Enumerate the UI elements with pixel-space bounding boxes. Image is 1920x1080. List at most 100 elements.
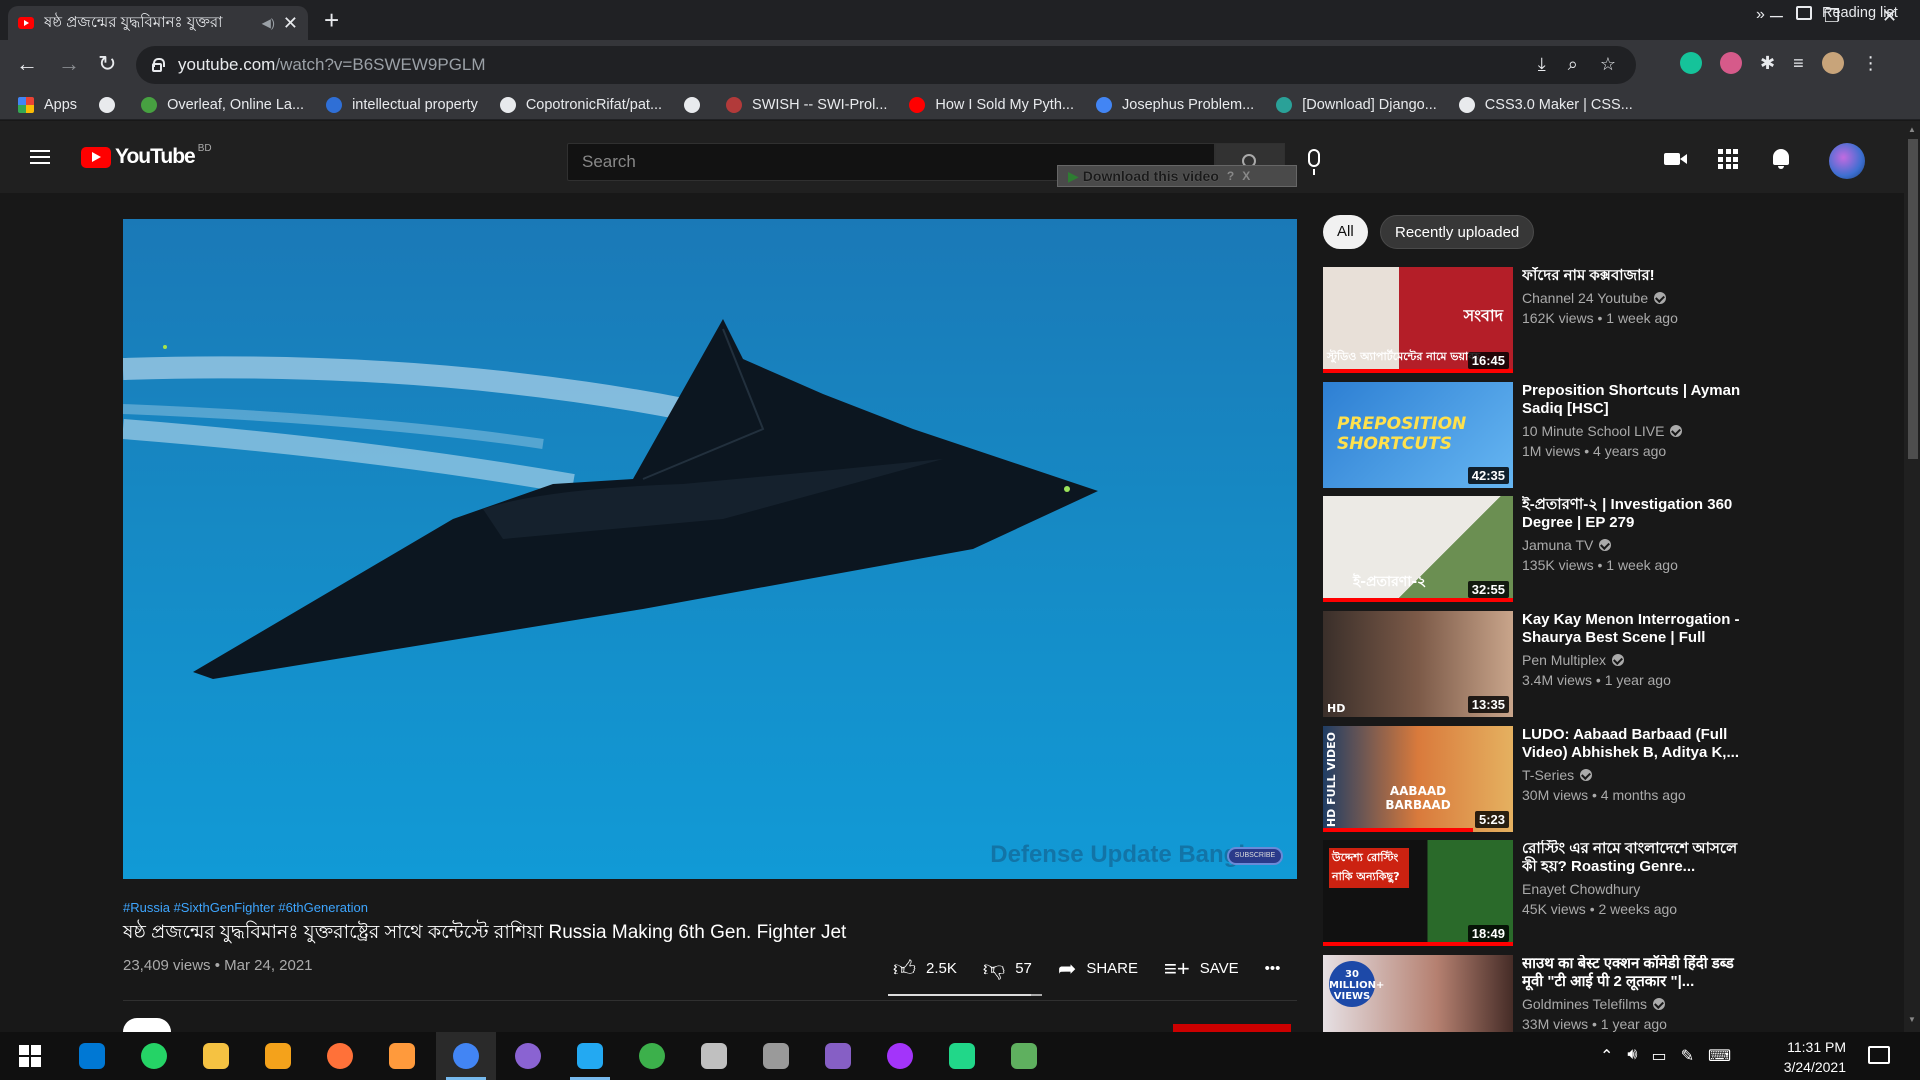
recommended-video[interactable]: HD 13:35 Kay Kay Menon Interrogation - Sha… [1323,611,1893,717]
chip-recently-uploaded[interactable]: Recently uploaded [1380,215,1535,249]
pen-icon[interactable]: ✎ [1681,1046,1694,1066]
download-help-icon[interactable]: ? [1227,169,1234,183]
dislike-button[interactable]: 👎︎ 57 [983,955,1032,982]
extensions-puzzle-icon[interactable]: ✱ [1760,53,1775,74]
browser-tab-active[interactable]: ষষ্ঠ প্রজন্মের যুদ্ধবিমানঃ যুক্তরা ◀) ✕ [8,6,308,40]
bookmark-item[interactable]: [Download] Django... [1276,96,1437,113]
taskbar-chrome[interactable] [436,1032,496,1080]
save-button[interactable]: ≡+ SAVE [1164,956,1239,982]
new-tab-button[interactable]: + [324,6,339,34]
recommended-channel[interactable]: Goldmines Telefilms [1522,996,1666,1012]
bookmark-item[interactable] [99,96,125,113]
notifications-bell-icon[interactable] [1773,149,1789,169]
recommended-channel[interactable]: Channel 24 Youtube [1522,290,1667,306]
video-thumbnail[interactable]: উদ্দেশ্য রোস্টিং নাকি অন্যকিছু? 18:49 [1323,840,1513,946]
youtube-logo[interactable]: YouTube BD [81,143,212,169]
bookmark-item[interactable]: SWISH -- SWI-Prol... [726,96,887,113]
bookmark-item[interactable] [684,96,710,113]
voice-search-mic-icon[interactable] [1308,149,1320,175]
taskbar-messenger[interactable] [870,1032,930,1080]
network-icon[interactable]: ▭ [1652,1046,1667,1066]
bookmark-item[interactable]: CSS3.0 Maker | CSS... [1458,96,1633,113]
bookmark-item[interactable]: Josephus Problem... [1096,96,1254,113]
video-thumbnail[interactable]: স্টুডিও অ্যাপার্টমেন্টের নামে ভয়াবহ সংবা… [1323,267,1513,373]
taskbar-firefox[interactable] [310,1032,370,1080]
taskbar-satellite-app[interactable] [746,1032,806,1080]
taskbar-globe-app[interactable] [622,1032,682,1080]
recommended-video-title[interactable]: ই-প্রতারণা-২ | Investigation 360 Degree … [1522,496,1752,532]
recommended-video[interactable]: HD FULL VIDEO AABAAD BARBAAD 5:23 LUDO: Aab… [1323,726,1893,832]
subscribe-button[interactable] [1173,1024,1291,1032]
forward-icon[interactable]: → [58,52,80,76]
recommended-video[interactable]: ই-প্রতারণা-২ 32:55 ই-প্রতারণা-২ | Investig… [1323,496,1893,602]
taskbar-whatsapp[interactable] [124,1032,184,1080]
recommended-video-title[interactable]: রোস্টিং এর নামে বাংলাদেশে আসলে কী হয়? R… [1522,840,1752,876]
taskbar-browser-1[interactable] [248,1032,308,1080]
recommended-video-title[interactable]: Preposition Shortcuts | Ayman Sadiq [HSC… [1522,382,1752,418]
recommended-channel[interactable]: Jamuna TV [1522,537,1612,553]
taskbar-windows-start[interactable] [0,1032,60,1080]
bookmark-star-icon[interactable]: ☆ [1600,54,1616,75]
tab-close-icon[interactable]: ✕ [283,13,298,34]
more-actions-button[interactable]: ••• [1265,960,1281,977]
reading-list-button[interactable]: Reading list [1796,5,1898,21]
recommended-video[interactable]: PREPOSITION SHORTCUTS 42:35 Preposition Sh… [1323,382,1893,488]
system-clock[interactable]: 11:31 PM 3/24/2021 [1776,1037,1846,1077]
volume-icon[interactable]: 🔊︎ [1627,1046,1637,1066]
account-avatar[interactable] [1829,143,1865,179]
video-hashtags[interactable]: #Russia #SixthGenFighter #6thGeneration [123,900,368,915]
scroll-down-icon[interactable]: ▼ [1908,1015,1916,1024]
bookmark-item[interactable]: How I Sold My Pyth... [909,96,1074,113]
extension-icon[interactable] [1720,52,1742,74]
taskbar-notepad-app[interactable] [994,1032,1054,1080]
taskbar-visual-studio[interactable] [808,1032,868,1080]
media-control-icon[interactable]: ≡ [1793,53,1804,74]
taskbar-file-explorer[interactable] [186,1032,246,1080]
like-button[interactable]: 👍︎ 2.5K [893,955,957,982]
keyboard-icon[interactable]: ⌨ [1708,1046,1731,1066]
download-video-bar[interactable]: ▶ Download this video ? X [1057,165,1297,187]
video-player[interactable]: Defense Update Bangl SUBSCRIBE [123,219,1297,879]
recommended-video-title[interactable]: साउथ का बेस्ट एक्शन कॉमेडी हिंदी डब्ड मू… [1522,955,1752,991]
menu-hamburger-icon[interactable] [30,150,50,164]
recommended-video[interactable]: উদ্দেশ্য রোস্টিং নাকি অন্যকিছু? 18:49 রোস্… [1323,840,1893,946]
browser-menu-icon[interactable]: ⋮ [1862,53,1880,74]
bookmarks-overflow-icon[interactable]: » [1756,6,1765,24]
bookmark-item[interactable]: intellectual property [326,96,478,113]
address-bar[interactable]: youtube.com/watch?v=B6SWEW9PGLM ⤓ ⌕ ☆ [136,46,1636,84]
download-close-icon[interactable]: X [1242,169,1250,183]
lock-icon[interactable] [152,57,165,72]
subscribe-watermark-badge[interactable]: SUBSCRIBE [1227,847,1283,865]
recommended-channel[interactable]: 10 Minute School LIVE [1522,423,1683,439]
reload-icon[interactable]: ↻ [98,52,116,76]
bookmark-item[interactable]: Overleaf, Online La... [141,96,304,113]
bookmark-item[interactable]: Apps [18,96,77,113]
scroll-up-icon[interactable]: ▲ [1908,125,1916,134]
recommended-video-title[interactable]: LUDO: Aabaad Barbaad (Full Video) Abhish… [1522,726,1752,762]
video-thumbnail[interactable]: ই-প্রতারণা-২ 32:55 [1323,496,1513,602]
recommended-video-title[interactable]: Kay Kay Menon Interrogation - Shaurya Be… [1522,611,1752,647]
audio-playing-icon[interactable]: ◀) [262,16,275,30]
taskbar-vscode[interactable] [560,1032,620,1080]
zoom-icon[interactable]: ⌕ [1568,54,1578,75]
scrollbar-thumb[interactable] [1908,139,1918,459]
taskbar-sublime[interactable] [372,1032,432,1080]
bookmark-item[interactable]: CopotronicRifat/pat... [499,96,662,113]
minimize-icon[interactable]: ─ [1770,6,1783,27]
video-thumbnail[interactable]: HD 13:35 [1323,611,1513,717]
chip-all[interactable]: All [1323,215,1368,249]
recommended-channel[interactable]: Pen Multiplex [1522,652,1625,668]
taskbar-github-desktop[interactable] [498,1032,558,1080]
page-scrollbar[interactable]: ▲ ▼ [1904,121,1920,1032]
share-button[interactable]: ➦ SHARE [1058,956,1138,982]
create-video-icon[interactable] [1664,153,1687,165]
youtube-apps-icon[interactable] [1718,149,1738,169]
recommended-video[interactable]: স্টুডিও অ্যাপার্টমেন্টের নামে ভয়াবহ সংবা… [1323,267,1893,373]
action-center-icon[interactable] [1868,1046,1890,1064]
taskbar-search[interactable] [62,1032,122,1080]
channel-avatar[interactable] [123,1018,171,1032]
install-icon[interactable]: ⤓ [1538,54,1546,75]
recommended-channel[interactable]: T-Series [1522,767,1593,783]
taskbar-pycharm[interactable] [932,1032,992,1080]
tray-overflow-icon[interactable]: ⌃ [1600,1046,1613,1066]
